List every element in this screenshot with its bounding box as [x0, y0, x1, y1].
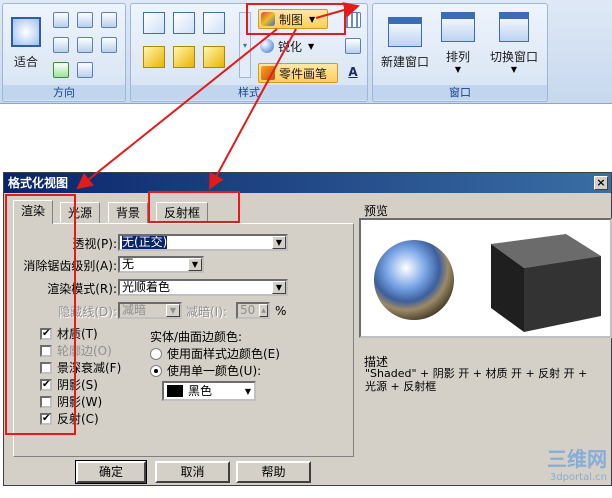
antialias-value: 无: [122, 257, 135, 271]
rotate-icon[interactable]: [53, 37, 69, 53]
part-paint-label: 零件画笔: [279, 66, 328, 81]
shaded-edges-cube-icon[interactable]: [173, 46, 195, 68]
chevron-down-icon: ▼: [188, 258, 202, 271]
cube-front-face: [524, 256, 601, 332]
spin-icon[interactable]: [77, 37, 93, 53]
description-text: "Shaded" + 阴影 开 + 材质 开 + 反射 开 + 光源 + 反射框: [365, 367, 588, 393]
antialias-select[interactable]: 无 ▼: [118, 256, 204, 273]
text-style-icon[interactable]: A: [345, 64, 361, 80]
format-view-dialog: 格式化视图 × 渲染 光源 背景 反射框 透视(P): 无(正交) ▼ 消除锯齿…: [3, 172, 612, 486]
fit-icon: [11, 16, 41, 47]
dialog-title: 格式化视图: [8, 176, 69, 190]
dialog-titlebar: 格式化视图 ×: [4, 173, 611, 193]
direction-group-title: 方向: [3, 85, 125, 100]
perspective-value: 无(正交): [122, 235, 168, 249]
ribbon-group-direction: 适合 方向: [2, 3, 126, 102]
chevron-down-icon: ▼: [510, 65, 518, 74]
perspective-select[interactable]: 无(正交) ▼: [118, 234, 288, 251]
single-color-radio[interactable]: 使用单一颜色(U):: [150, 362, 261, 379]
help-button[interactable]: 帮助: [236, 461, 311, 483]
close-icon[interactable]: ×: [594, 176, 608, 190]
dim-value: 50: [240, 303, 256, 317]
radio-dot: [150, 347, 162, 360]
part-paint-button[interactable]: 零件画笔: [258, 63, 338, 83]
wireframe-cube-icon[interactable]: [143, 12, 165, 34]
switch-window-button[interactable]: 切换窗口 ▼: [483, 10, 545, 88]
color-swatch: [167, 385, 183, 397]
visible-edges-cube-icon[interactable]: [203, 12, 225, 34]
render-mode-value: 光顺着色: [122, 280, 171, 294]
new-window-button[interactable]: 新建窗口: [377, 10, 433, 76]
ribbon-group-window: 新建窗口 排列 ▼ 切换窗口 ▼ 窗口: [372, 3, 548, 102]
window-group-title: 窗口: [373, 85, 547, 100]
tab-render[interactable]: 渲染: [13, 200, 54, 224]
color-name: 黑色: [188, 384, 213, 398]
sharpen-button[interactable]: 锐化 ▼: [260, 37, 330, 55]
watermark: 三维网 3dportal.cn: [547, 443, 607, 483]
switch-window-icon: [499, 12, 529, 42]
watermark-url: 3dportal.cn: [549, 472, 607, 483]
refresh-icon[interactable]: [53, 62, 69, 78]
dim-label: 减暗(I):: [186, 305, 227, 319]
check-view-icon[interactable]: [77, 62, 93, 78]
watermark-brand: 三维网: [547, 447, 607, 471]
chevron-down-icon: ▼: [308, 41, 315, 51]
preview-title: 预览: [361, 202, 392, 219]
hidden-line-select[interactable]: 减暗 ▼: [118, 302, 182, 319]
tab-background[interactable]: 背景: [108, 202, 149, 224]
hidden-line-value: 减暗: [122, 303, 147, 317]
arrange-label: 排列: [445, 50, 470, 64]
switch-window-label: 切换窗口: [489, 50, 538, 64]
view-orient-icon[interactable]: [77, 12, 93, 28]
annotation-box-panel: [5, 194, 76, 435]
color-picker[interactable]: 黑色 ▼: [162, 381, 256, 401]
preview-image: [374, 234, 601, 332]
sharpen-label: 锐化: [278, 39, 303, 54]
single-color-label: 使用单一颜色(U):: [167, 364, 262, 378]
chevron-down-icon: ▼: [272, 236, 286, 249]
spinner-icon: ▲: [259, 304, 268, 317]
fit-label: 适合: [13, 54, 38, 69]
style-group-title: 样式: [131, 85, 367, 100]
grid-icon[interactable]: [345, 12, 361, 28]
perspective-label: 透视(P):: [72, 237, 117, 251]
preview-area: [359, 218, 612, 338]
sphere-icon: [260, 39, 274, 53]
dim-spinner[interactable]: 50 ▲: [236, 302, 270, 319]
cancel-button[interactable]: 取消: [155, 461, 230, 483]
paint-bucket-icon[interactable]: [345, 38, 361, 54]
zoom-icon[interactable]: [53, 12, 69, 28]
chevron-down-icon: ▼: [454, 65, 462, 74]
chevron-down-icon: ▼: [166, 304, 180, 317]
frame-icon[interactable]: [101, 37, 117, 53]
reflective-sphere: [374, 240, 454, 320]
arrange-icon: [441, 12, 475, 42]
shaded-cube-icon[interactable]: [143, 46, 165, 68]
new-window-icon: [388, 16, 422, 47]
annotation-box-tab: [148, 191, 240, 223]
paint-brush-icon: [261, 66, 275, 80]
copy-view-icon[interactable]: [101, 12, 117, 28]
chevron-down-icon: ▼: [244, 387, 251, 396]
render-mode-select[interactable]: 光顺着色 ▼: [118, 279, 288, 296]
edge-color-title: 实体/曲面边颜色:: [150, 330, 243, 344]
fit-button[interactable]: 适合: [7, 10, 45, 76]
new-window-label: 新建窗口: [380, 54, 429, 69]
radio-dot: [150, 364, 162, 377]
shaded-hidden-cube-icon[interactable]: [203, 46, 225, 68]
face-style-edge-radio[interactable]: 使用面样式边颜色(E): [150, 345, 280, 362]
hidden-cube-icon[interactable]: [173, 12, 195, 34]
annotation-box-ribbon: [246, 3, 346, 35]
ok-button[interactable]: 确定: [75, 460, 147, 484]
face-style-edge-label: 使用面样式边颜色(E): [167, 347, 280, 361]
dim-unit: %: [275, 304, 287, 318]
arrange-button[interactable]: 排列 ▼: [435, 10, 481, 88]
chevron-down-icon: ▼: [272, 281, 286, 294]
